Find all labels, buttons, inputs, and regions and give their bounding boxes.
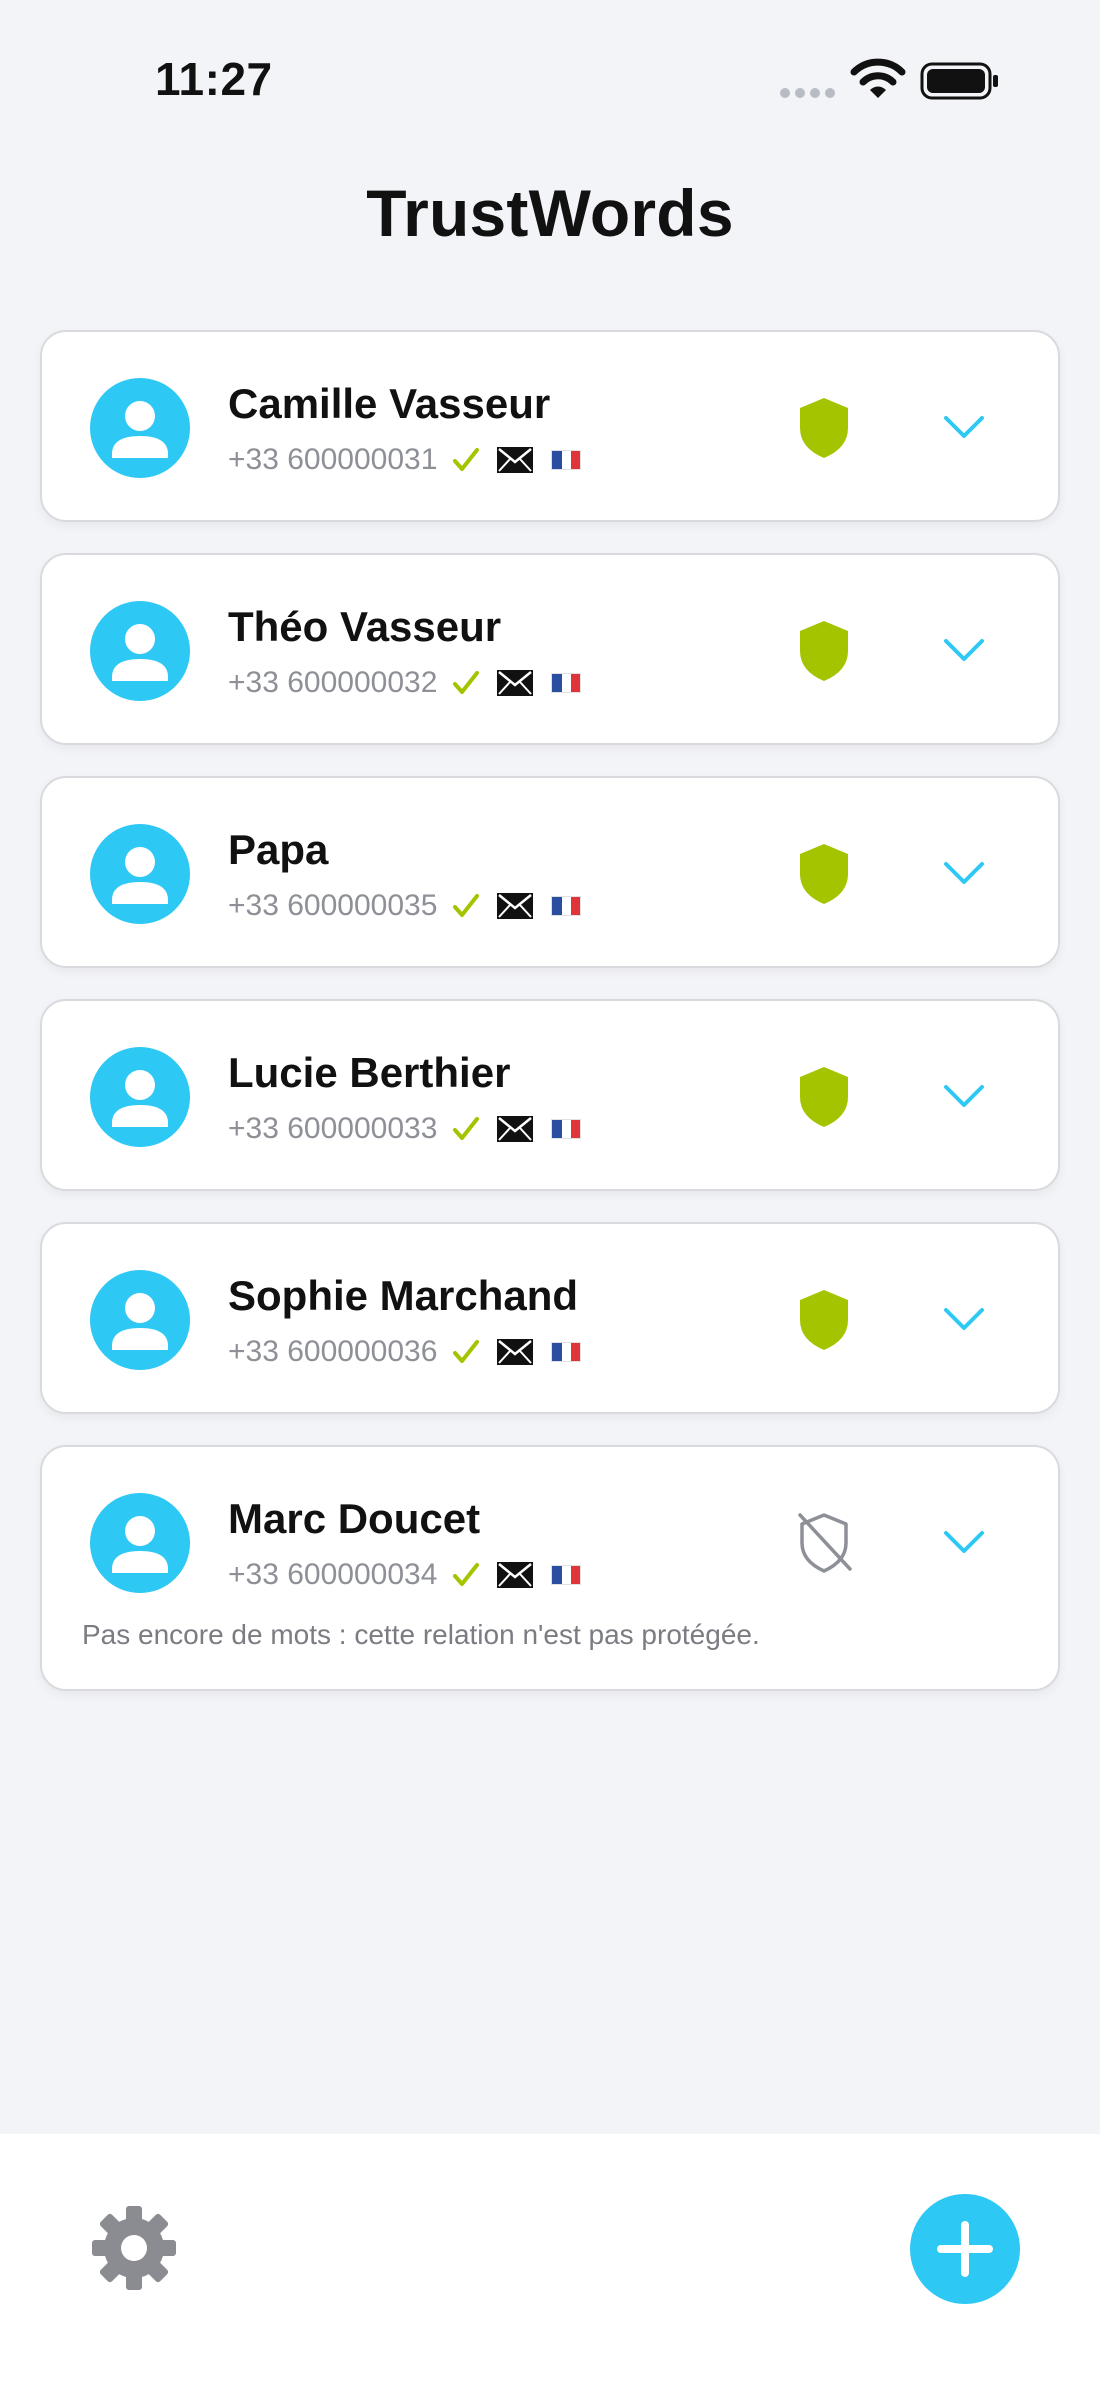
mail-icon xyxy=(497,1339,534,1365)
chevron-down-icon[interactable] xyxy=(942,1304,986,1334)
mail-icon xyxy=(497,1116,534,1142)
france-flag-icon xyxy=(551,1565,582,1585)
france-flag-icon xyxy=(551,1119,582,1139)
contact-name: Marc Doucet xyxy=(228,1495,481,1542)
contact-meta: +33 600000034 xyxy=(228,1557,582,1593)
contact-card[interactable]: Marc Doucet +33 600000034 Pas encore de mo… xyxy=(40,1445,1060,1691)
mail-icon xyxy=(497,447,534,473)
contact-name: Lucie Berthier xyxy=(228,1049,511,1096)
shield-protected-icon xyxy=(800,621,848,681)
gear-icon[interactable] xyxy=(90,2204,178,2292)
chevron-down-icon[interactable] xyxy=(942,1081,986,1111)
france-flag-icon xyxy=(551,1342,582,1362)
contact-card[interactable]: Théo Vasseur +33 600000032 xyxy=(40,553,1060,745)
chevron-down-icon[interactable] xyxy=(942,635,986,665)
avatar xyxy=(90,1047,190,1147)
person-icon xyxy=(112,1516,168,1573)
contact-name: Théo Vasseur xyxy=(228,603,502,650)
avatar xyxy=(90,601,190,701)
mail-icon xyxy=(497,893,534,919)
contact-card[interactable]: Papa +33 600000035 xyxy=(40,776,1060,968)
france-flag-icon xyxy=(551,673,582,693)
contact-list: Camille Vasseur +33 600000031 Théo Vasseur… xyxy=(40,330,1060,1722)
contact-meta: +33 600000033 xyxy=(228,1111,582,1147)
shield-protected-icon xyxy=(800,1067,848,1127)
contact-meta: +33 600000031 xyxy=(228,442,582,478)
check-icon xyxy=(453,894,480,917)
bottom-bar xyxy=(0,2134,1100,2390)
avatar xyxy=(90,378,190,478)
status-bar: 11:27 xyxy=(0,0,1100,150)
contact-meta: +33 600000035 xyxy=(228,888,582,924)
shield-unprotected-icon xyxy=(798,1513,852,1573)
contact-phone: +33 600000032 xyxy=(228,666,438,699)
page-title: TrustWords xyxy=(366,176,734,250)
contact-phone: +33 600000031 xyxy=(228,443,438,476)
contact-phone: +33 600000034 xyxy=(228,1558,438,1591)
chevron-down-icon[interactable] xyxy=(942,858,986,888)
cellular-signal-icon xyxy=(780,88,836,98)
person-icon xyxy=(112,401,168,458)
person-icon xyxy=(112,624,168,681)
status-time: 11:27 xyxy=(155,53,273,105)
shield-protected-icon xyxy=(800,1290,848,1350)
person-icon xyxy=(112,847,168,904)
avatar xyxy=(90,1270,190,1370)
france-flag-icon xyxy=(551,896,582,916)
contact-card[interactable]: Camille Vasseur +33 600000031 xyxy=(40,330,1060,522)
battery-icon xyxy=(920,62,998,100)
wifi-icon xyxy=(850,58,906,98)
check-icon xyxy=(453,448,480,471)
person-icon xyxy=(112,1293,168,1350)
chevron-down-icon[interactable] xyxy=(942,412,986,442)
contact-meta: +33 600000032 xyxy=(228,665,582,701)
mail-icon xyxy=(497,1562,534,1588)
app-screen: 11:27 TrustWords Camille Vasseur +33 6000… xyxy=(0,0,1100,2390)
contact-name: Camille Vasseur xyxy=(228,380,551,427)
avatar xyxy=(90,824,190,924)
shield-protected-icon xyxy=(800,844,848,904)
check-icon xyxy=(453,1563,480,1586)
mail-icon xyxy=(497,670,534,696)
contact-name: Sophie Marchand xyxy=(228,1272,579,1319)
contact-name: Papa xyxy=(228,826,329,873)
contact-phone: +33 600000036 xyxy=(228,1335,438,1368)
protection-note: Pas encore de mots : cette relation n'es… xyxy=(82,1619,760,1650)
france-flag-icon xyxy=(551,450,582,470)
avatar xyxy=(90,1493,190,1593)
shield-protected-icon xyxy=(800,398,848,458)
contact-card[interactable]: Sophie Marchand +33 600000036 xyxy=(40,1222,1060,1414)
contact-phone: +33 600000035 xyxy=(228,889,438,922)
check-icon xyxy=(453,1340,480,1363)
contact-card[interactable]: Lucie Berthier +33 600000033 xyxy=(40,999,1060,1191)
contact-phone: +33 600000033 xyxy=(228,1112,438,1145)
add-contact-button[interactable] xyxy=(910,2194,1020,2304)
contact-meta: +33 600000036 xyxy=(228,1334,582,1370)
chevron-down-icon[interactable] xyxy=(942,1527,986,1557)
person-icon xyxy=(112,1070,168,1127)
check-icon xyxy=(453,1117,480,1140)
plus-icon xyxy=(937,2221,993,2277)
check-icon xyxy=(453,671,480,694)
